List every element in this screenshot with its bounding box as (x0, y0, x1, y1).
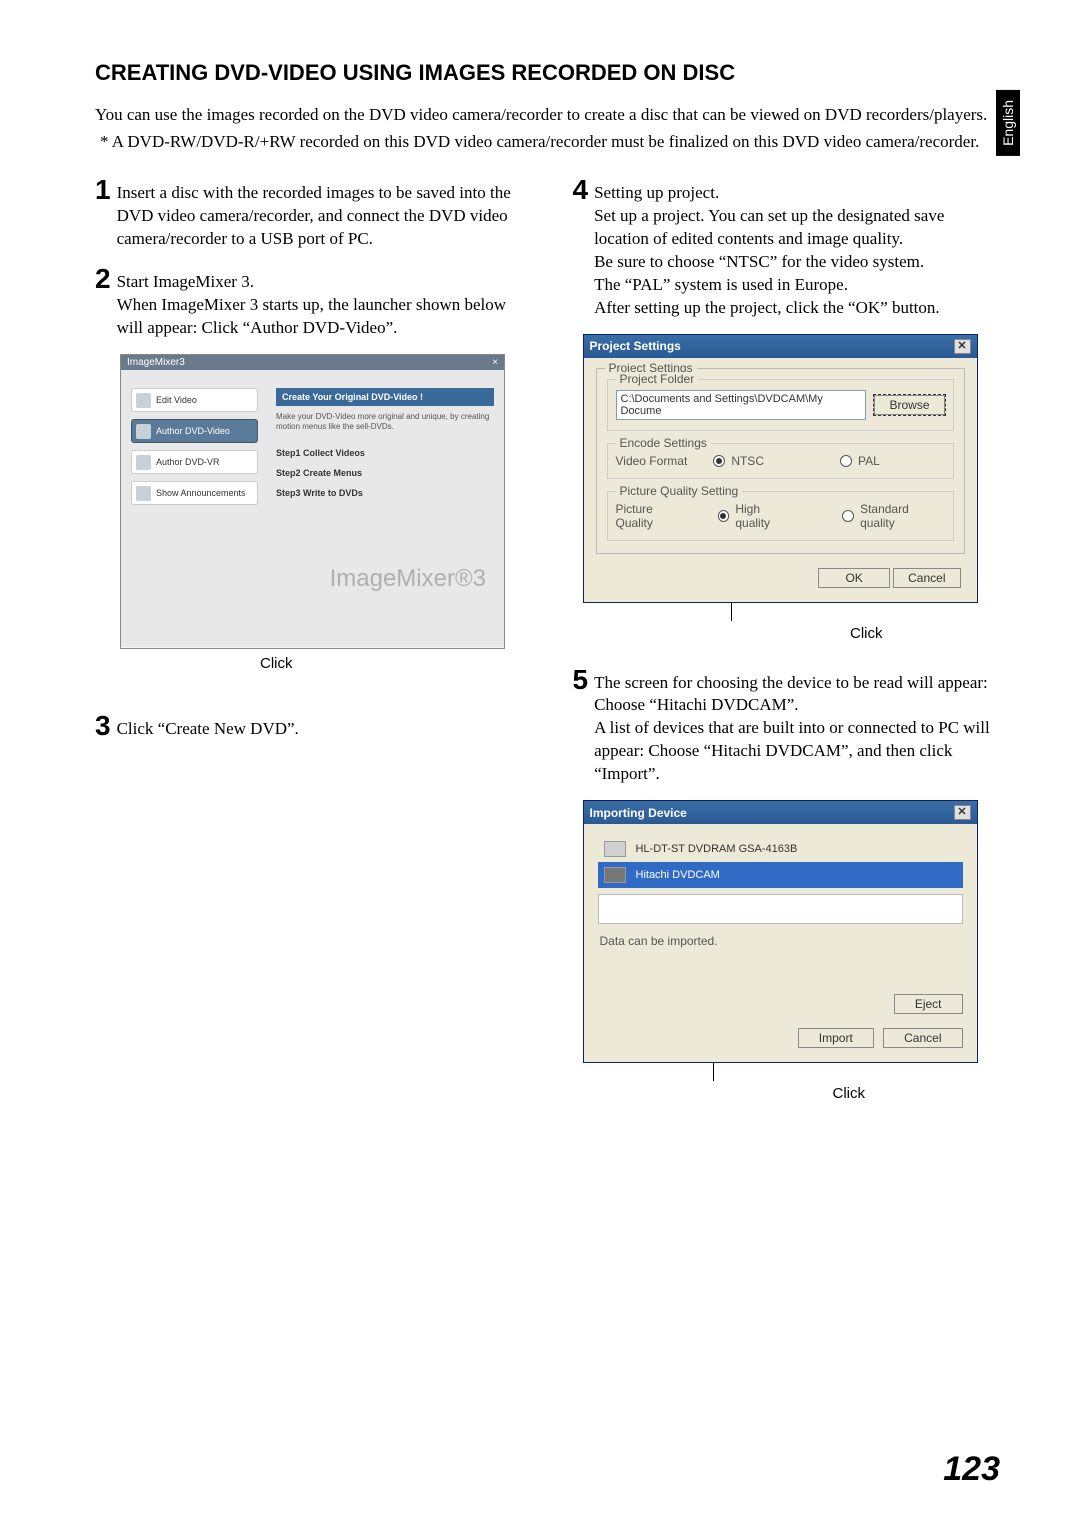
device-item-label: HL-DT-ST DVDRAM GSA-4163B (636, 843, 798, 855)
importing-device-dialog: Importing Device ✕ HL-DT-ST DVDRAM GSA-4… (583, 800, 978, 1063)
launcher-item-label: Edit Video (156, 395, 197, 405)
project-settings-title: Project Settings (590, 339, 681, 353)
step-number-3: 3 (95, 712, 111, 740)
project-folder-label: Project Folder (616, 372, 699, 386)
project-folder-input[interactable]: C:\Documents and Settings\DVDCAM\My Docu… (616, 390, 867, 420)
author-dvd-video-icon (136, 424, 151, 439)
browse-button[interactable]: Browse (874, 395, 944, 415)
click-callout-import: Click (698, 1085, 1001, 1102)
standard-quality-label: Standard quality (860, 502, 944, 530)
launcher-item-author-dvd-video[interactable]: Author DVD-Video (131, 419, 258, 443)
import-status-text: Data can be imported. (600, 934, 961, 948)
launcher-step3: Step3 Write to DVDs (276, 488, 494, 498)
device-item-label: Hitachi DVDCAM (636, 869, 720, 881)
ok-button[interactable]: OK (818, 568, 889, 588)
imagemixer-logo: ImageMixer®3 (330, 565, 486, 593)
click-callout-launcher: Click (30, 655, 523, 672)
camera-icon (604, 867, 626, 883)
step-number-2: 2 (95, 265, 111, 293)
picture-quality-group-label: Picture Quality Setting (616, 484, 743, 498)
encode-settings-label: Encode Settings (616, 436, 711, 450)
step-number-5: 5 (573, 666, 589, 694)
import-button[interactable]: Import (798, 1028, 874, 1048)
step-number-4: 4 (573, 176, 589, 204)
launcher-item-edit-video[interactable]: Edit Video (131, 388, 258, 412)
eject-button[interactable]: Eject (894, 994, 963, 1014)
ntsc-radio[interactable]: NTSC (713, 454, 764, 468)
step-body-1: Insert a disc with the recorded images t… (117, 176, 523, 251)
close-icon[interactable]: ✕ (954, 339, 971, 354)
step-body-3: Click “Create New DVD”. (117, 712, 299, 741)
device-item-dvdram[interactable]: HL-DT-ST DVDRAM GSA-4163B (598, 836, 963, 862)
pal-label: PAL (858, 454, 880, 468)
page-number: 123 (943, 1450, 1000, 1489)
launcher-step1: Step1 Collect Videos (276, 448, 494, 458)
device-item-hitachi[interactable]: Hitachi DVDCAM (598, 862, 963, 888)
launcher-panel-heading: Create Your Original DVD-Video ! (276, 388, 494, 406)
launcher-close-icon[interactable]: × (492, 357, 498, 368)
launcher-step2: Step2 Create Menus (276, 468, 494, 478)
intro-text: You can use the images recorded on the D… (95, 104, 1000, 127)
pal-radio[interactable]: PAL (840, 454, 880, 468)
close-icon[interactable]: ✕ (954, 805, 971, 820)
language-tab: English (996, 90, 1020, 156)
step-body-4: Setting up project. Set up a project. Yo… (594, 176, 1000, 320)
section-title: CREATING DVD-VIDEO USING IMAGES RECORDED… (95, 60, 1000, 86)
cancel-button[interactable]: Cancel (893, 568, 960, 588)
launcher-panel-desc: Make your DVD-Video more original and un… (276, 412, 494, 433)
video-format-label: Video Format (616, 454, 688, 468)
high-quality-label: High quality (735, 502, 796, 530)
launcher-item-announcements[interactable]: Show Announcements (131, 481, 258, 505)
importing-device-title: Importing Device (590, 806, 687, 820)
drive-icon (604, 841, 626, 857)
author-dvd-vr-icon (136, 455, 151, 470)
step-body-2: Start ImageMixer 3. When ImageMixer 3 st… (117, 265, 523, 340)
device-blank-area (598, 894, 963, 924)
launcher-item-label: Author DVD-VR (156, 457, 220, 467)
launcher-app-title: ImageMixer3 (127, 357, 185, 368)
launcher-item-label: Show Announcements (156, 488, 246, 498)
imagemixer-launcher-window: ImageMixer3 × Edit Video Author DVD-Vide… (120, 354, 505, 649)
step-number-1: 1 (95, 176, 111, 204)
edit-video-icon (136, 393, 151, 408)
launcher-item-label: Author DVD-Video (156, 426, 230, 436)
announcements-icon (136, 486, 151, 501)
project-settings-dialog: Project Settings ✕ Project Settings Proj… (583, 334, 978, 603)
footnote-text: * A DVD-RW/DVD-R/+RW recorded on this DV… (95, 131, 1000, 154)
ntsc-label: NTSC (731, 454, 764, 468)
standard-quality-radio[interactable]: Standard quality (842, 502, 944, 530)
click-callout-ok: Click (733, 625, 1001, 642)
cancel-button[interactable]: Cancel (883, 1028, 962, 1048)
picture-quality-label: Picture Quality (616, 502, 692, 530)
launcher-item-author-dvd-vr[interactable]: Author DVD-VR (131, 450, 258, 474)
step-body-5: The screen for choosing the device to be… (594, 666, 1000, 787)
high-quality-radio[interactable]: High quality (718, 502, 797, 530)
